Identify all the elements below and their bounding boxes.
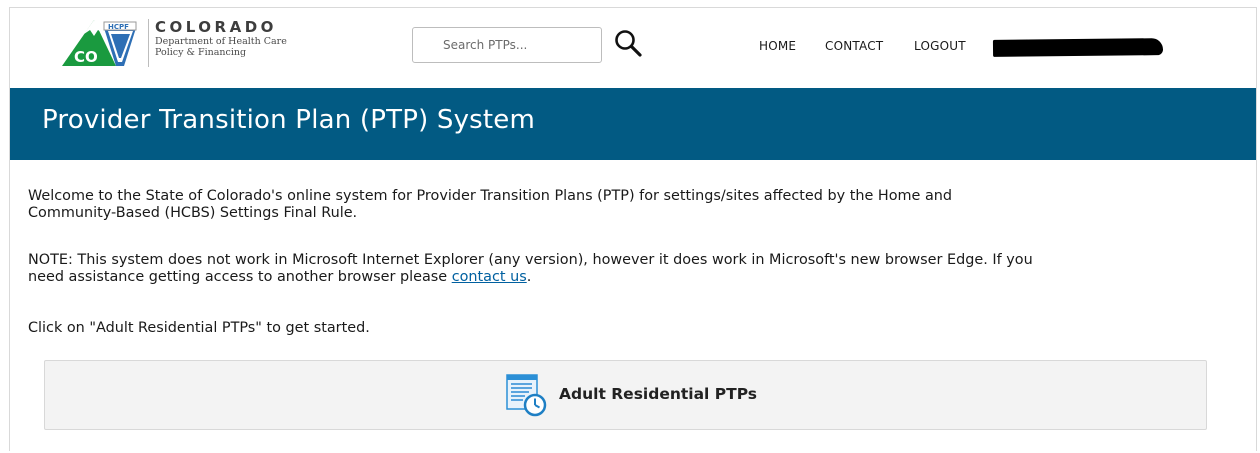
adult-residential-ptps-button[interactable]: Adult Residential PTPs	[44, 360, 1207, 430]
nav-contact-link[interactable]: CONTACT	[825, 39, 883, 53]
logo-divider	[148, 19, 149, 67]
document-clock-icon	[505, 373, 549, 417]
colorado-mountain-icon: HCPF CO	[62, 20, 137, 66]
logo-text: COLORADO Department of Health Care Polic…	[155, 18, 287, 58]
logo-subtitle-line1: Department of Health Care	[155, 36, 287, 47]
card-label: Adult Residential PTPs	[559, 385, 758, 403]
intro-paragraph: Welcome to the State of Colorado's onlin…	[28, 188, 952, 222]
page-title: Provider Transition Plan (PTP) System	[42, 105, 536, 135]
nav-home-link[interactable]: HOME	[759, 39, 796, 53]
redacted-user-name	[992, 38, 1164, 57]
note-line-2-suffix: .	[526, 269, 532, 285]
site-header: HCPF CO COLORADO Department of Health Ca…	[10, 8, 1256, 88]
contact-us-link[interactable]: contact us	[452, 269, 527, 285]
intro-line-1: Welcome to the State of Colorado's onlin…	[28, 188, 953, 204]
search-button[interactable]	[613, 27, 645, 61]
intro-line-2: Community-Based (HCBS) Settings Final Ru…	[28, 205, 358, 221]
note-line-2-prefix: need assistance getting access to anothe…	[28, 269, 452, 285]
note-line-1: NOTE: This system does not work in Micro…	[28, 252, 1033, 268]
logo-title: COLORADO	[155, 18, 277, 36]
logo-state-letters: CO	[74, 48, 98, 66]
search-input[interactable]	[412, 27, 602, 63]
browser-note-paragraph: NOTE: This system does not work in Micro…	[28, 252, 1033, 286]
instruction-text: Click on "Adult Residential PTPs" to get…	[28, 320, 370, 336]
hcpf-logo[interactable]: HCPF CO COLORADO Department of Health Ca…	[60, 16, 310, 72]
logo-badge-text: HCPF	[108, 23, 129, 31]
title-banner: Provider Transition Plan (PTP) System	[10, 88, 1256, 160]
magnifier-icon	[615, 30, 642, 57]
logo-subtitle-line2: Policy & Financing	[155, 47, 247, 58]
nav-logout-link[interactable]: LOGOUT	[914, 39, 966, 53]
